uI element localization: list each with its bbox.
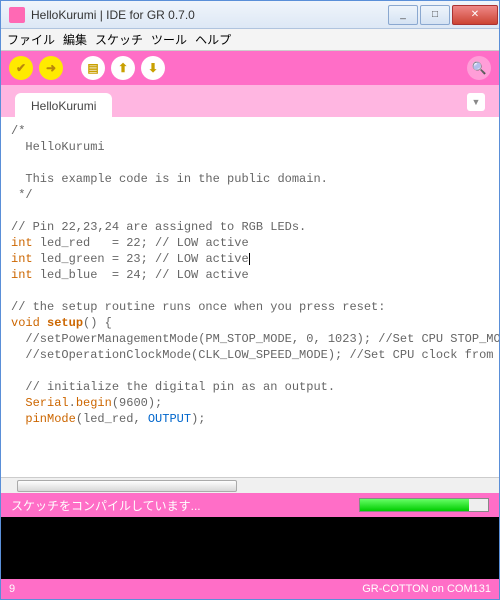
menu-sketch[interactable]: スケッチ [95,31,143,48]
toolbar: ✔ ➜ ▤ ⬆ ⬇ 🔍 [1,51,499,85]
minimize-button[interactable]: _ [388,5,418,25]
status-text: スケッチをコンパイルしています... [11,497,359,514]
upload-button[interactable]: ➜ [39,56,63,80]
status-bar: スケッチをコンパイルしています... [1,493,499,517]
footer: 9 GR-COTTON on COM131 [1,579,499,599]
console[interactable] [1,517,499,579]
board-info: GR-COTTON on COM131 [362,583,491,595]
save-button[interactable]: ⬇ [141,56,165,80]
titlebar[interactable]: HelloKurumi | IDE for GR 0.7.0 _ □ ✕ [1,1,499,29]
horizontal-scrollbar[interactable] [1,477,499,493]
progress-fill [360,499,469,511]
open-button[interactable]: ⬆ [111,56,135,80]
tab-hellokurumi[interactable]: HelloKurumi [15,93,112,117]
scrollbar-thumb[interactable] [17,480,237,492]
tab-dropdown-icon[interactable]: ▼ [467,93,485,111]
editor: /* HelloKurumi This example code is in t… [1,117,499,493]
window-title: HelloKurumi | IDE for GR 0.7.0 [31,8,387,22]
menu-edit[interactable]: 編集 [63,31,87,48]
text-caret [249,252,250,266]
menubar: ファイル 編集 スケッチ ツール ヘルプ [1,29,499,51]
progress-bar [359,498,489,512]
new-button[interactable]: ▤ [81,56,105,80]
menu-help[interactable]: ヘルプ [195,31,231,48]
app-icon [9,7,25,23]
menu-file[interactable]: ファイル [7,31,55,48]
serial-monitor-button[interactable]: 🔍 [467,56,491,80]
close-button[interactable]: ✕ [452,5,498,25]
menu-tools[interactable]: ツール [151,31,187,48]
verify-button[interactable]: ✔ [9,56,33,80]
code-area[interactable]: /* HelloKurumi This example code is in t… [1,117,499,477]
line-number: 9 [9,583,15,595]
window-buttons: _ □ ✕ [387,5,499,25]
tabbar: HelloKurumi ▼ [1,85,499,117]
app-window: HelloKurumi | IDE for GR 0.7.0 _ □ ✕ ファイ… [0,0,500,600]
maximize-button[interactable]: □ [420,5,450,25]
